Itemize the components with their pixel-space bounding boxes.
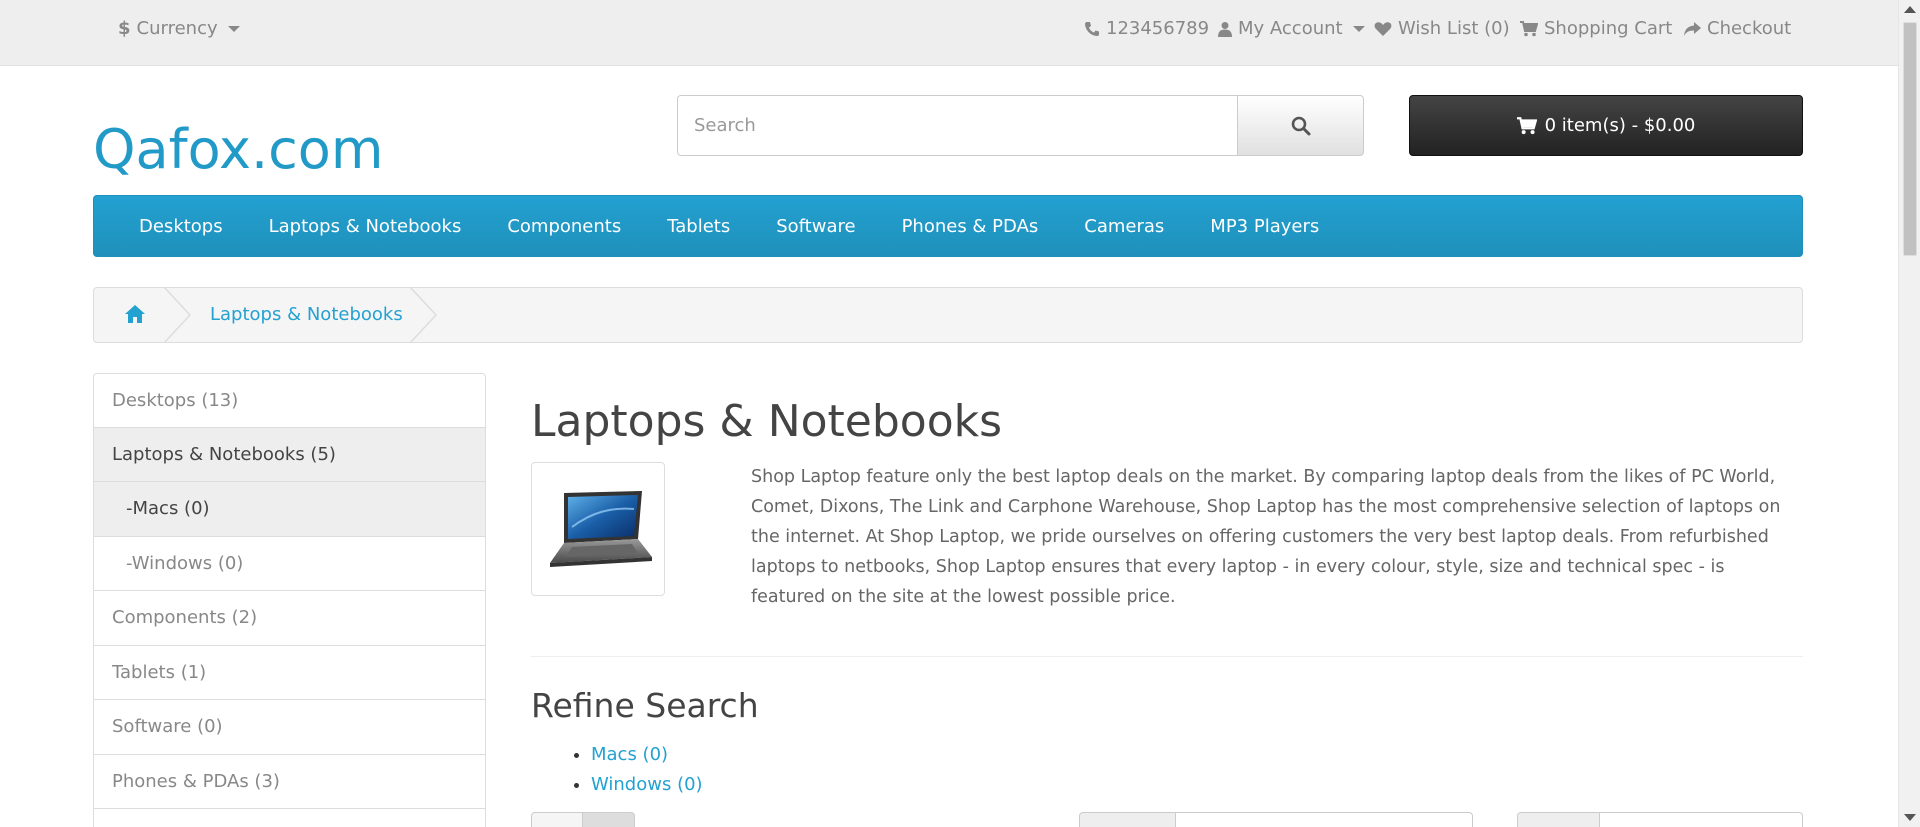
menu-item-laptops-notebooks[interactable]: Laptops & Notebooks <box>246 216 485 237</box>
currency-label: Currency <box>136 18 218 39</box>
shopping-cart-label: Shopping Cart <box>1544 18 1673 39</box>
shopping-cart-link[interactable]: Shopping Cart <box>1520 18 1672 39</box>
chevron-down-icon <box>1352 25 1365 32</box>
my-account-label: My Account <box>1238 18 1343 39</box>
vertical-scrollbar[interactable] <box>1898 0 1920 827</box>
cart-total-label: 0 item(s) - $0.00 <box>1544 115 1696 136</box>
sidebar-item-partial[interactable] <box>93 809 486 827</box>
search-button[interactable] <box>1238 95 1364 156</box>
phone-icon <box>1085 21 1099 36</box>
show-limit-select[interactable] <box>1600 812 1803 827</box>
wish-list-label: Wish List (0) <box>1398 18 1510 39</box>
home-icon[interactable] <box>124 304 146 329</box>
heart-icon <box>1374 21 1392 36</box>
list-item: Windows (0) <box>591 770 703 800</box>
chevron-down-icon <box>227 25 240 32</box>
menu-item-phones-pdas[interactable]: Phones & PDAs <box>879 216 1062 237</box>
menu-item-desktops[interactable]: Desktops <box>116 216 246 237</box>
sidebar-item-windows[interactable]: -Windows (0) <box>93 536 486 591</box>
category-image <box>531 462 665 596</box>
user-icon <box>1218 21 1232 37</box>
cart-icon <box>1520 20 1538 36</box>
list-view-button[interactable] <box>531 812 583 827</box>
checkout-link[interactable]: Checkout <box>1683 18 1791 39</box>
list-item: Macs (0) <box>591 740 703 770</box>
sort-by-select[interactable] <box>1176 812 1473 827</box>
sidebar-item-components[interactable]: Components (2) <box>93 591 486 646</box>
cart-button[interactable]: 0 item(s) - $0.00 <box>1409 95 1803 156</box>
grid-view-button[interactable] <box>583 812 635 827</box>
sidebar-item-phones-pdas[interactable]: Phones & PDAs (3) <box>93 754 486 809</box>
divider <box>531 656 1803 657</box>
category-description: Shop Laptop feature only the best laptop… <box>751 467 1781 607</box>
sidebar-item-desktops[interactable]: Desktops (13) <box>93 373 486 428</box>
sidebar-item-tablets[interactable]: Tablets (1) <box>93 645 486 700</box>
menu-item-software[interactable]: Software <box>753 216 878 237</box>
currency-dropdown[interactable]: $ Currency <box>118 18 240 39</box>
dollar-icon: $ <box>118 18 131 39</box>
breadcrumb-separator <box>410 287 438 343</box>
wish-list-link[interactable]: Wish List (0) <box>1374 18 1510 39</box>
menu-item-cameras[interactable]: Cameras <box>1061 216 1187 237</box>
search-icon <box>1291 116 1310 135</box>
sort-by-label <box>1079 812 1176 827</box>
checkout-label: Checkout <box>1707 18 1792 39</box>
scroll-up-icon[interactable] <box>1904 6 1916 13</box>
show-limit-control <box>1517 812 1803 827</box>
show-label <box>1517 812 1600 827</box>
laptop-icon <box>550 491 652 567</box>
scroll-down-icon[interactable] <box>1904 814 1916 821</box>
sidebar-item-laptops-notebooks[interactable]: Laptops & Notebooks (5) <box>93 427 486 482</box>
search-bar <box>677 95 1364 156</box>
refine-link-windows[interactable]: Windows (0) <box>591 774 703 795</box>
main-menu: Desktops Laptops & Notebooks Components … <box>93 195 1803 257</box>
site-logo[interactable]: Qafox.com <box>93 118 383 181</box>
sidebar-item-software[interactable]: Software (0) <box>93 700 486 755</box>
sidebar-item-macs[interactable]: -Macs (0) <box>93 482 486 537</box>
refine-search-title: Refine Search <box>531 686 759 725</box>
top-bar: $ Currency 123456789 My Account Wish Lis… <box>0 0 1898 66</box>
breadcrumb: Laptops & Notebooks <box>93 287 1803 343</box>
search-input[interactable] <box>677 95 1238 156</box>
phone-number: 123456789 <box>1106 18 1210 39</box>
page-title: Laptops & Notebooks <box>531 396 1003 447</box>
view-toggle <box>531 812 636 827</box>
scrollbar-thumb[interactable] <box>1903 22 1917 256</box>
category-sidebar: Desktops (13) Laptops & Notebooks (5) -M… <box>93 373 486 827</box>
phone-link[interactable]: 123456789 <box>1084 18 1209 39</box>
refine-link-macs[interactable]: Macs (0) <box>591 744 668 765</box>
breadcrumb-separator <box>164 287 192 343</box>
menu-item-tablets[interactable]: Tablets <box>644 216 753 237</box>
share-icon <box>1684 21 1701 36</box>
sort-by-control <box>1079 812 1473 827</box>
menu-item-components[interactable]: Components <box>484 216 644 237</box>
my-account-dropdown[interactable]: My Account <box>1218 18 1365 39</box>
breadcrumb-laptops-notebooks[interactable]: Laptops & Notebooks <box>210 304 403 325</box>
menu-item-mp3-players[interactable]: MP3 Players <box>1187 216 1342 237</box>
refine-search-list: Macs (0) Windows (0) <box>591 740 703 800</box>
cart-icon <box>1516 116 1537 134</box>
